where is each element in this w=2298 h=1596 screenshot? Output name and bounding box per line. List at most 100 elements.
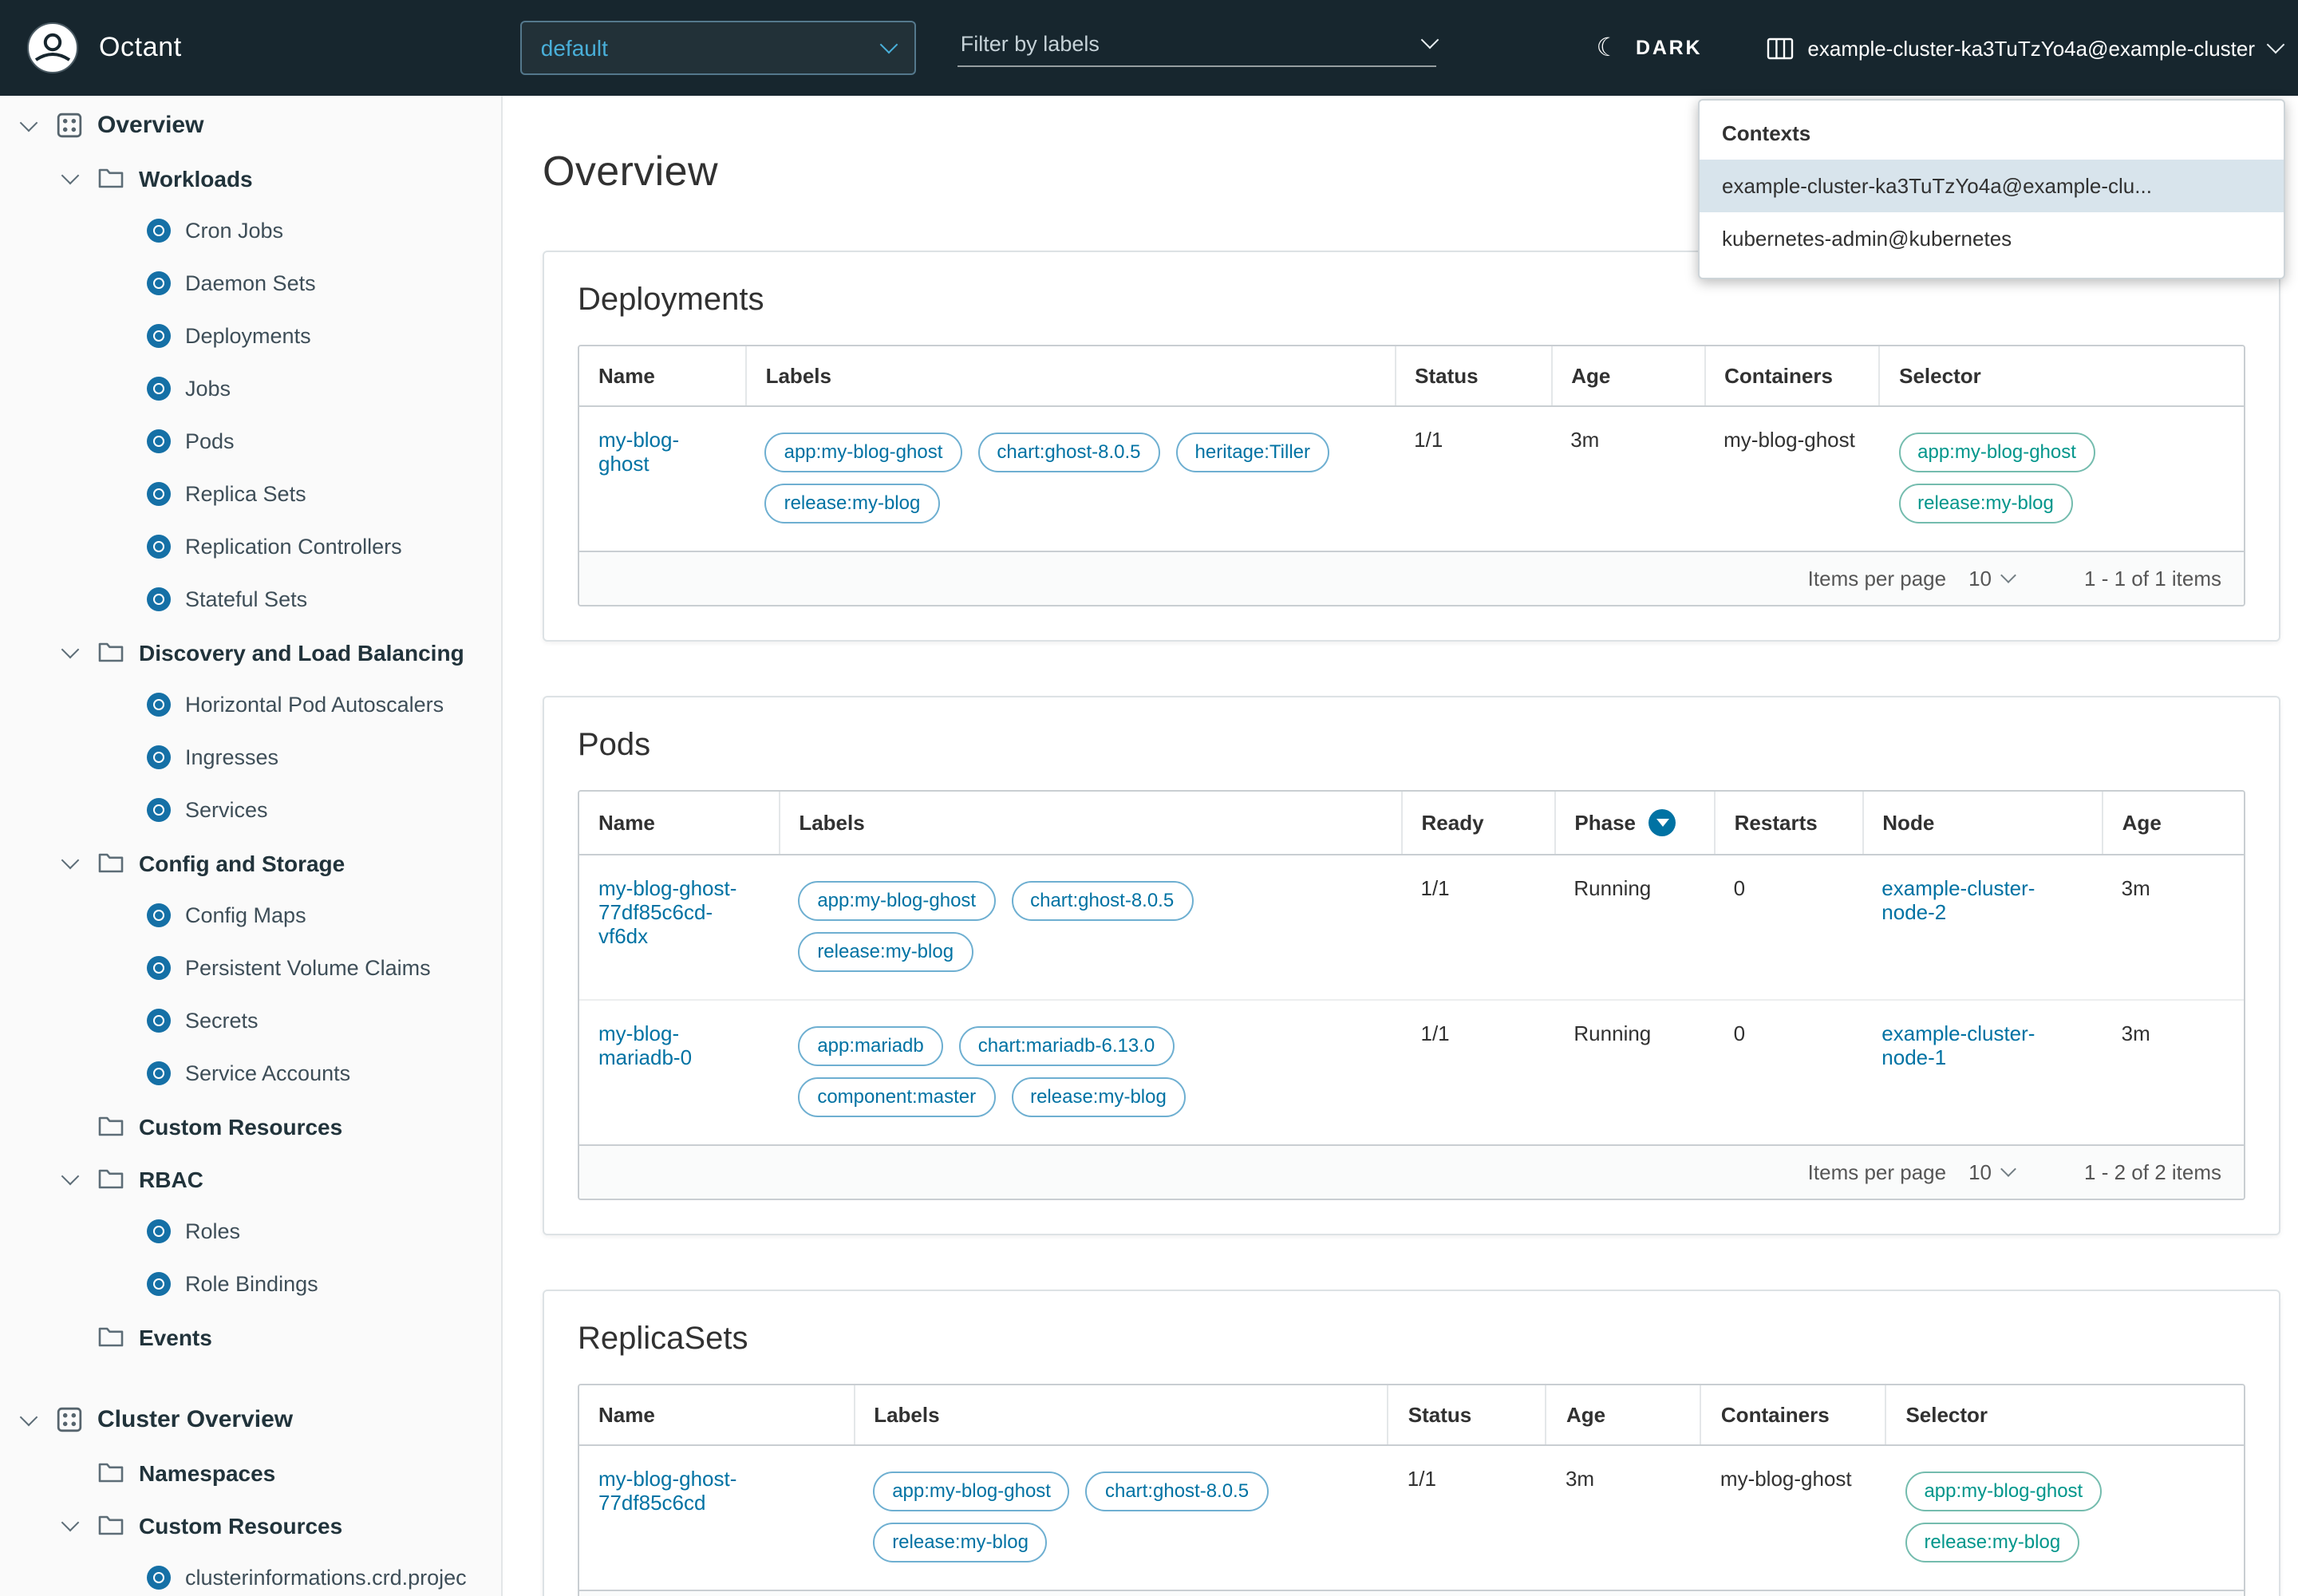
caret-down-icon[interactable]: [61, 1514, 80, 1532]
pod-name-link[interactable]: my-blog-ghost-77df85c6cd-vf6dx: [598, 876, 736, 948]
table-row[interactable]: my-blog-ghost app:my-blog-ghostchart:gho…: [579, 406, 2244, 551]
sidebar-item-jobs[interactable]: Jobs: [0, 362, 501, 415]
context-selector[interactable]: example-cluster-ka3TuTzYo4a@example-clus…: [1766, 36, 2282, 60]
sidebar-item-secrets[interactable]: Secrets: [0, 994, 501, 1047]
sidebar-item-deployments[interactable]: Deployments: [0, 310, 501, 362]
context-menu-item-current[interactable]: example-cluster-ka3TuTzYo4a@example-clu.…: [1700, 160, 2284, 212]
label-badge: chart:ghost-8.0.5: [1011, 881, 1193, 921]
sidebar-item-label: Config Maps: [185, 903, 306, 927]
column-header-name[interactable]: Name: [579, 792, 779, 855]
node-link[interactable]: example-cluster-node-2: [1881, 876, 2035, 924]
sidebar-item-namespaces[interactable]: Namespaces: [0, 1446, 501, 1499]
sidebar-item-persistent-volume-claims[interactable]: Persistent Volume Claims: [0, 942, 501, 994]
sidebar-item-replication-controllers[interactable]: Replication Controllers: [0, 520, 501, 573]
chevron-down-icon: [2000, 567, 2016, 583]
sidebar-item-config-maps[interactable]: Config Maps: [0, 889, 501, 942]
column-header-restarts[interactable]: Restarts: [1715, 792, 1863, 855]
sidebar-item-discovery-and-load-balancing[interactable]: Discovery and Load Balancing: [0, 626, 501, 678]
sidebar-item-label: Deployments: [185, 324, 311, 348]
sidebar-item-cluster-overview[interactable]: Cluster Overview: [0, 1393, 501, 1446]
sidebar-item-rbac[interactable]: RBAC: [0, 1152, 501, 1205]
column-header-labels[interactable]: Labels: [746, 346, 1396, 406]
sidebar-item-horizontal-pod-autoscalers[interactable]: Horizontal Pod Autoscalers: [0, 678, 501, 731]
replicasets-card-title: ReplicaSets: [578, 1321, 2245, 1358]
folder-icon: [97, 1513, 124, 1537]
table-row[interactable]: my-blog-mariadb-0 app:mariadbchart:maria…: [579, 1000, 2244, 1144]
column-header-name[interactable]: Name: [579, 1385, 854, 1445]
sidebar-item-label: Ingresses: [185, 745, 278, 769]
namespace-value: default: [541, 35, 608, 61]
sidebar-item-clusterinformations[interactable]: clusterinformations.crd.projec: [0, 1551, 501, 1596]
sidebar-item-overview[interactable]: Overview: [0, 99, 501, 152]
column-header-age[interactable]: Age: [2103, 792, 2244, 855]
folder-icon: [97, 1325, 124, 1349]
phase-filter-icon[interactable]: [1648, 809, 1676, 836]
column-header-age[interactable]: Age: [1551, 346, 1704, 406]
column-header-labels[interactable]: Labels: [854, 1385, 1388, 1445]
label-badge: app:mariadb: [798, 1026, 942, 1066]
column-header-labels[interactable]: Labels: [779, 792, 1401, 855]
sidebar-item-role-bindings[interactable]: Role Bindings: [0, 1258, 501, 1310]
context-menu-item[interactable]: kubernetes-admin@kubernetes: [1700, 212, 2284, 265]
label-filter-input[interactable]: [958, 30, 1423, 57]
column-header-status[interactable]: Status: [1388, 1385, 1546, 1445]
column-header-status[interactable]: Status: [1395, 346, 1551, 406]
column-header-selector[interactable]: Selector: [1879, 346, 2244, 406]
folder-icon: [97, 640, 124, 664]
sidebar-item-cluster-custom-resources[interactable]: Custom Resources: [0, 1499, 501, 1551]
caret-down-icon[interactable]: [20, 114, 38, 132]
page-size-select[interactable]: 10: [1968, 1160, 2014, 1184]
column-header-phase[interactable]: Phase: [1554, 792, 1714, 855]
cluster-overview-icon: [56, 1406, 83, 1433]
sidebar-item-config-and-storage[interactable]: Config and Storage: [0, 836, 501, 889]
table-row[interactable]: my-blog-ghost-77df85c6cd app:my-blog-gho…: [579, 1445, 2244, 1590]
moon-icon: ☾: [1596, 32, 1621, 64]
sidebar-item-ingresses[interactable]: Ingresses: [0, 731, 501, 784]
column-header-age[interactable]: Age: [1546, 1385, 1701, 1445]
sidebar-item-custom-resources[interactable]: Custom Resources: [0, 1100, 501, 1152]
table-row[interactable]: my-blog-ghost-77df85c6cd-vf6dx app:my-bl…: [579, 855, 2244, 1000]
table-header-row: Name Labels Status Age Containers Select…: [579, 346, 2244, 406]
sidebar-item-events[interactable]: Events: [0, 1310, 501, 1363]
sidebar-item-roles[interactable]: Roles: [0, 1205, 501, 1258]
sidebar-item-cron-jobs[interactable]: Cron Jobs: [0, 204, 501, 257]
theme-toggle-button[interactable]: ☾ DARK: [1586, 30, 1712, 65]
page-size-select[interactable]: 10: [1968, 567, 2014, 591]
folder-icon: [97, 851, 124, 875]
sidebar-item-replica-sets[interactable]: Replica Sets: [0, 468, 501, 520]
sidebar-item-label: Custom Resources: [139, 1512, 342, 1538]
label-badge: app:my-blog-ghost: [765, 433, 962, 472]
caret-down-icon[interactable]: [61, 167, 80, 185]
sidebar-item-services[interactable]: Services: [0, 784, 501, 836]
sidebar-item-workloads[interactable]: Workloads: [0, 152, 501, 204]
deployment-name-link[interactable]: my-blog-ghost: [598, 428, 679, 476]
column-header-name[interactable]: Name: [579, 346, 746, 406]
caret-down-icon[interactable]: [61, 851, 80, 870]
column-header-ready[interactable]: Ready: [1402, 792, 1555, 855]
namespace-select[interactable]: default: [520, 21, 916, 75]
restarts-cell: 0: [1715, 855, 1863, 1000]
chevron-down-icon[interactable]: [1420, 31, 1439, 49]
column-header-selector[interactable]: Selector: [1885, 1385, 2244, 1445]
column-header-containers[interactable]: Containers: [1701, 1385, 1886, 1445]
caret-down-icon[interactable]: [61, 1167, 80, 1186]
pagination-bar: Items per page 10 1 - 1 of 1 items: [579, 1590, 2244, 1596]
clusterinformations-icon: [147, 1566, 171, 1590]
restarts-cell: 0: [1715, 1000, 1863, 1144]
pod-name-link[interactable]: my-blog-mariadb-0: [598, 1021, 692, 1069]
sidebar-item-pods[interactable]: Pods: [0, 415, 501, 468]
sidebar-item-label: Role Bindings: [185, 1272, 318, 1296]
sidebar-item-daemon-sets[interactable]: Daemon Sets: [0, 257, 501, 310]
sidebar-item-label: Workloads: [139, 165, 253, 191]
caret-down-icon[interactable]: [20, 1408, 38, 1427]
sidebar-item-service-accounts[interactable]: Service Accounts: [0, 1047, 501, 1100]
pods-card-title: Pods: [578, 728, 2245, 764]
selector-badge: app:my-blog-ghost: [1905, 1472, 2102, 1511]
sidebar-item-label: Config and Storage: [139, 850, 345, 875]
replicaset-name-link[interactable]: my-blog-ghost-77df85c6cd: [598, 1467, 736, 1515]
sidebar-item-stateful-sets[interactable]: Stateful Sets: [0, 573, 501, 626]
column-header-containers[interactable]: Containers: [1704, 346, 1879, 406]
column-header-node[interactable]: Node: [1862, 792, 2102, 855]
node-link[interactable]: example-cluster-node-1: [1881, 1021, 2035, 1069]
caret-down-icon[interactable]: [61, 641, 80, 659]
